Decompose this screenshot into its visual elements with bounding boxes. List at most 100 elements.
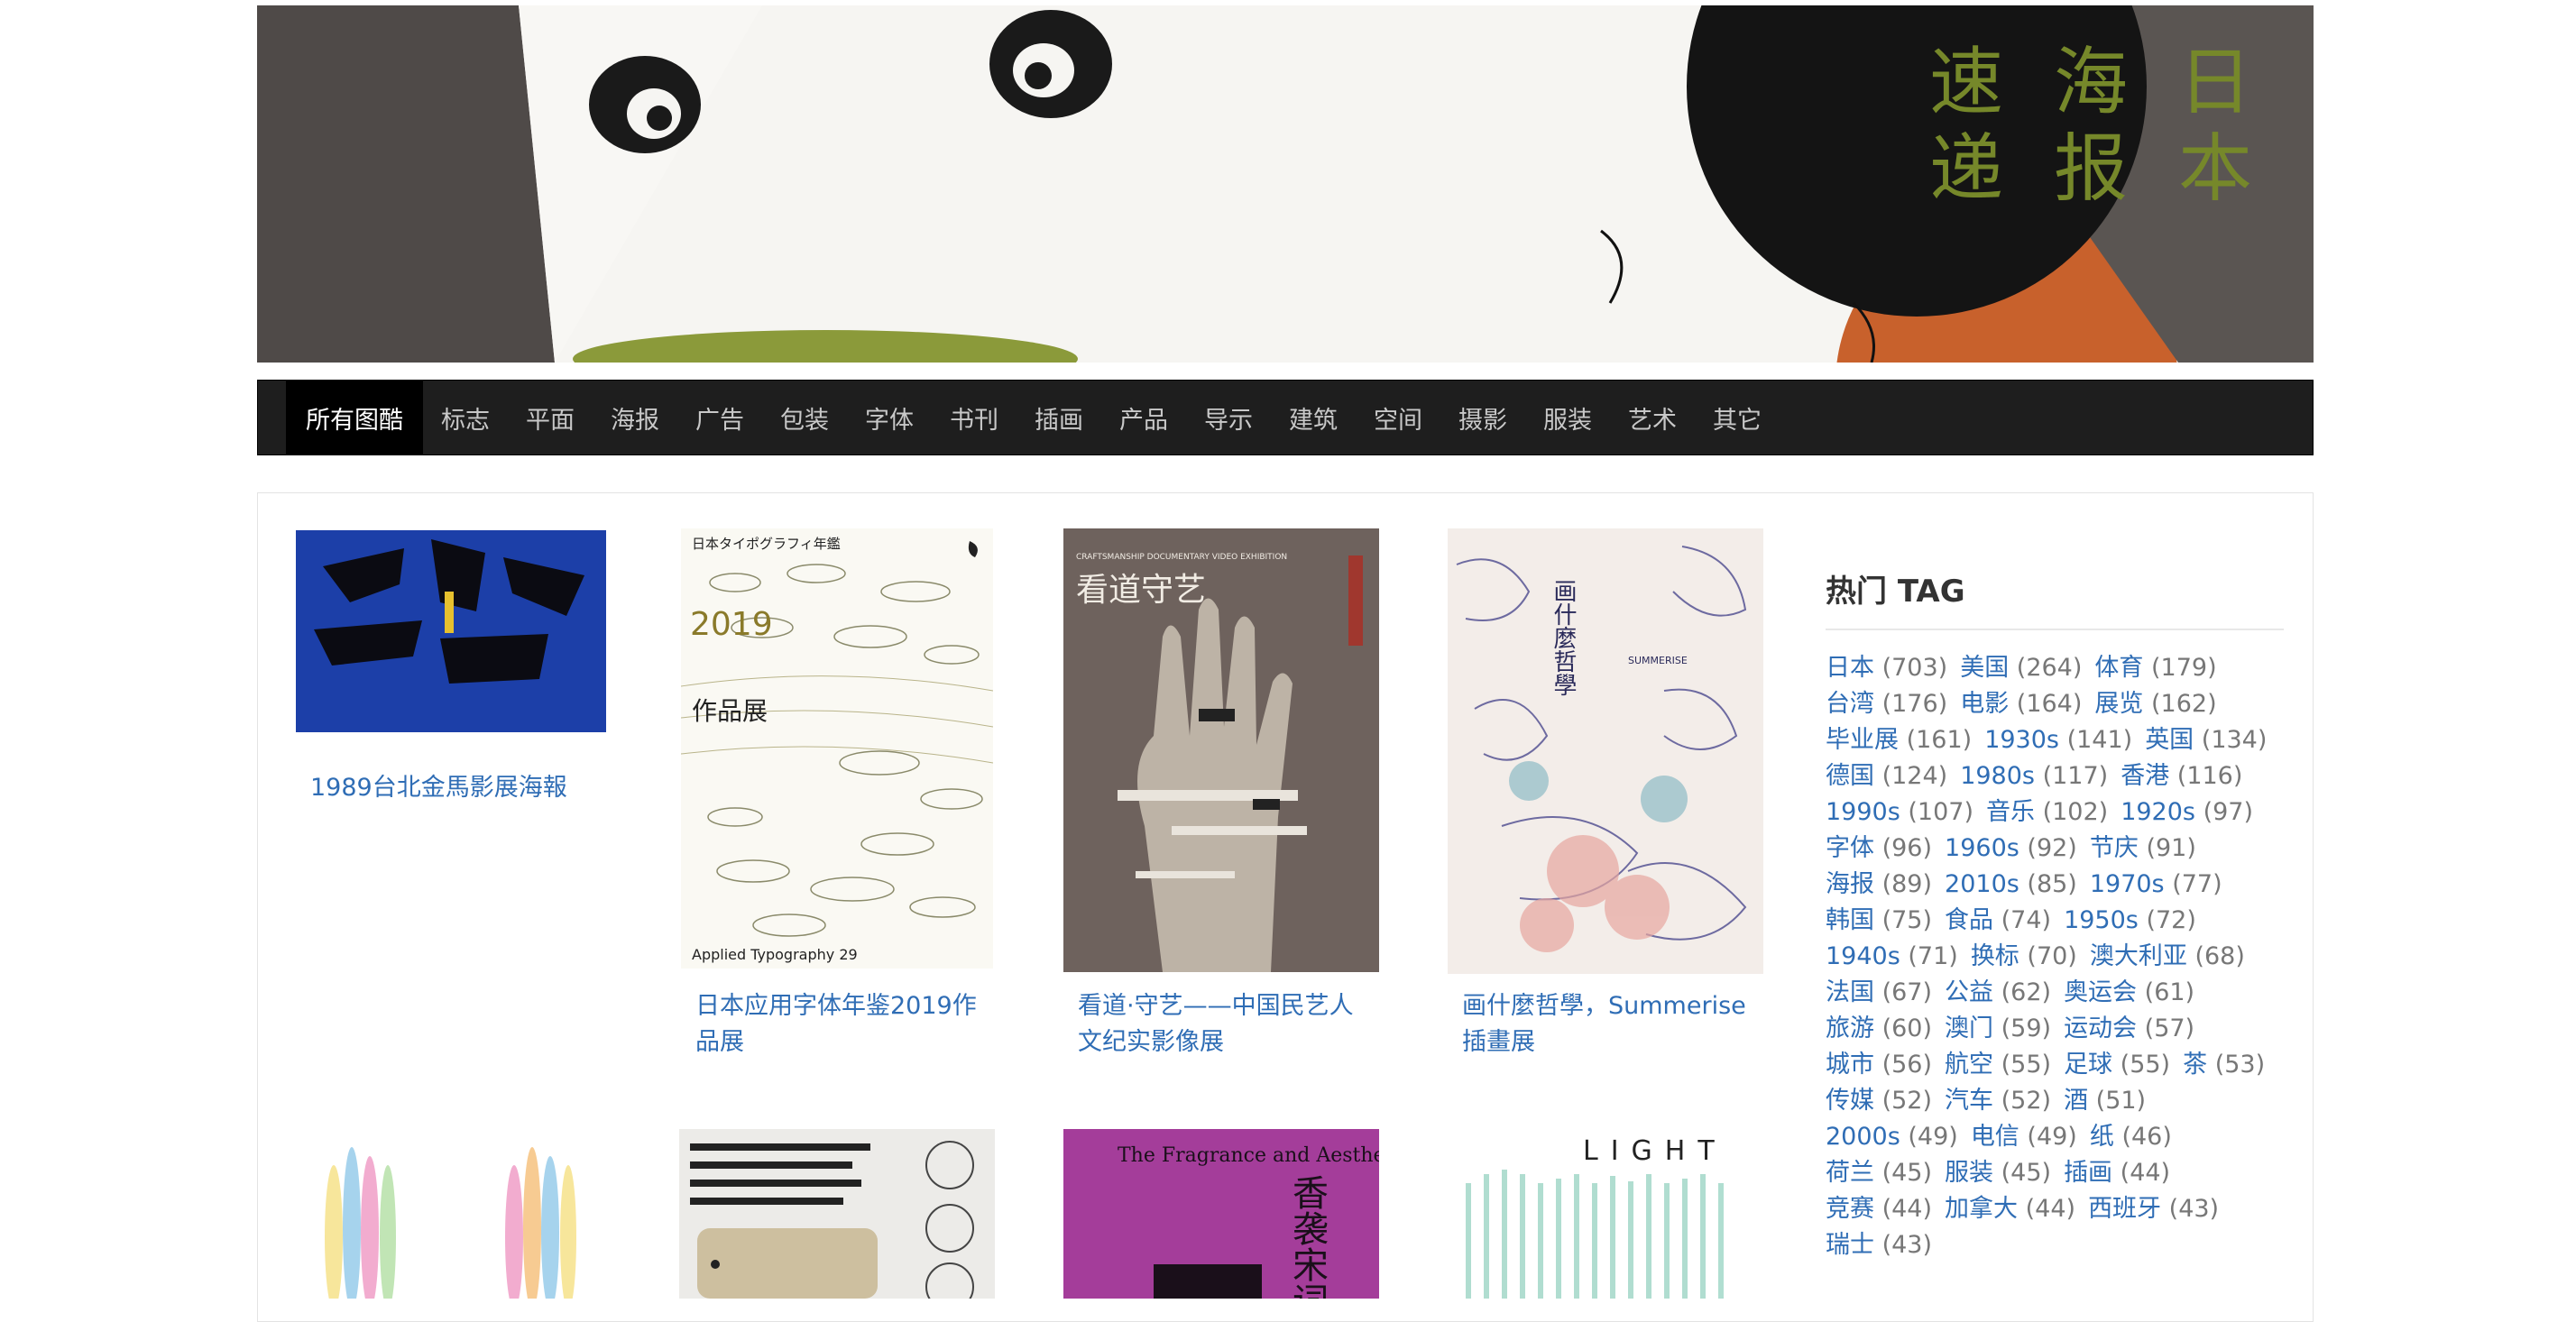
nav-item[interactable]: 字体 xyxy=(847,381,932,454)
tag-link[interactable]: 香港 xyxy=(2121,762,2169,790)
tag-link[interactable]: 插画 xyxy=(2064,1159,2112,1187)
tag-link[interactable]: 展览 xyxy=(2094,690,2143,718)
tag-item[interactable]: 美国 (264) xyxy=(1960,654,2082,682)
tag-item[interactable]: 加拿大 (44) xyxy=(1945,1195,2075,1223)
tag-link[interactable]: 韩国 xyxy=(1826,906,1874,934)
tag-link[interactable]: 日本 xyxy=(1826,654,1874,682)
tag-item[interactable]: 日本 (703) xyxy=(1826,654,1947,682)
tag-item[interactable]: 香港 (116) xyxy=(2121,762,2242,790)
tag-item[interactable]: 1980s (117) xyxy=(1960,762,2108,790)
tag-link[interactable]: 音乐 xyxy=(1986,798,2035,826)
tag-item[interactable]: 1930s (141) xyxy=(1984,726,2132,754)
nav-item[interactable]: 摄影 xyxy=(1440,381,1525,454)
nav-item[interactable]: 其它 xyxy=(1695,381,1780,454)
tag-link[interactable]: 纸 xyxy=(2090,1123,2114,1151)
tag-item[interactable]: 纸 (46) xyxy=(2090,1123,2172,1151)
tag-link[interactable]: 西班牙 xyxy=(2088,1195,2161,1223)
tag-link[interactable]: 英国 xyxy=(2145,726,2194,754)
tag-link[interactable]: 1960s xyxy=(1945,834,2019,862)
tag-item[interactable]: 公益 (62) xyxy=(1945,978,2051,1006)
tag-link[interactable]: 荷兰 xyxy=(1826,1159,1874,1187)
tag-item[interactable]: 德国 (124) xyxy=(1826,762,1947,790)
tag-link[interactable]: 电信 xyxy=(1971,1123,2019,1151)
tag-link[interactable]: 节庆 xyxy=(2090,834,2139,862)
tag-link[interactable]: 运动会 xyxy=(2064,1014,2137,1042)
tag-link[interactable]: 奥运会 xyxy=(2064,978,2137,1006)
nav-item[interactable]: 广告 xyxy=(677,381,762,454)
tag-link[interactable]: 2000s xyxy=(1826,1123,1900,1151)
tag-item[interactable]: 酒 (51) xyxy=(2064,1087,2146,1115)
post-thumbnail[interactable]: 日本タイポグラフィ年鑑 2019 作品展 Applied Typography … xyxy=(681,528,993,969)
tag-item[interactable]: 运动会 (57) xyxy=(2064,1014,2194,1042)
tag-link[interactable]: 1920s xyxy=(2121,798,2195,826)
tag-item[interactable]: 足球 (55) xyxy=(2064,1051,2170,1079)
tag-item[interactable]: 毕业展 (161) xyxy=(1826,726,1972,754)
post-title[interactable]: 画什麼哲學，Summerise插畫展 xyxy=(1462,988,1769,1060)
tag-item[interactable]: 音乐 (102) xyxy=(1986,798,2108,826)
tag-item[interactable]: 汽车 (52) xyxy=(1945,1087,2051,1115)
tag-link[interactable]: 服装 xyxy=(1945,1159,1993,1187)
tag-link[interactable]: 德国 xyxy=(1826,762,1874,790)
tag-item[interactable]: 奥运会 (61) xyxy=(2064,978,2194,1006)
post-thumbnail[interactable]: The Fragrance and Aesthetic Appreciation… xyxy=(1063,1129,1379,1299)
tag-link[interactable]: 澳大利亚 xyxy=(2090,942,2187,970)
tag-link[interactable]: 加拿大 xyxy=(1945,1195,2018,1223)
tag-item[interactable]: 旅游 (60) xyxy=(1826,1014,1932,1042)
tag-link[interactable]: 澳门 xyxy=(1945,1014,1993,1042)
tag-item[interactable]: 1940s (71) xyxy=(1826,942,1958,970)
tag-item[interactable]: 竞赛 (44) xyxy=(1826,1195,1932,1223)
tag-item[interactable]: 食品 (74) xyxy=(1945,906,2051,934)
tag-item[interactable]: 字体 (96) xyxy=(1826,834,1932,862)
post-thumbnail[interactable]: 看道守艺 CRAFTSMANSHIP DOCUMENTARY VIDEO EXH… xyxy=(1063,528,1379,972)
tag-link[interactable]: 2010s xyxy=(1945,870,2019,898)
tag-item[interactable]: 荷兰 (45) xyxy=(1826,1159,1932,1187)
tag-link[interactable]: 1980s xyxy=(1960,762,2035,790)
nav-item[interactable]: 服装 xyxy=(1525,381,1610,454)
tag-item[interactable]: 传媒 (52) xyxy=(1826,1087,1932,1115)
nav-item[interactable]: 海报 xyxy=(593,381,677,454)
nav-item[interactable]: 艺术 xyxy=(1610,381,1695,454)
tag-item[interactable]: 韩国 (75) xyxy=(1826,906,1932,934)
tag-link[interactable]: 1950s xyxy=(2064,906,2139,934)
tag-item[interactable]: 澳门 (59) xyxy=(1945,1014,2051,1042)
tag-link[interactable]: 台湾 xyxy=(1826,690,1874,718)
tag-item[interactable]: 台湾 (176) xyxy=(1826,690,1947,718)
tag-item[interactable]: 城市 (56) xyxy=(1826,1051,1932,1079)
nav-item[interactable]: 标志 xyxy=(423,381,508,454)
tag-link[interactable]: 1940s xyxy=(1826,942,1900,970)
tag-link[interactable]: 1930s xyxy=(1984,726,2059,754)
tag-link[interactable]: 换标 xyxy=(1971,942,2019,970)
tag-link[interactable]: 美国 xyxy=(1960,654,2009,682)
tag-link[interactable]: 竞赛 xyxy=(1826,1195,1874,1223)
tag-link[interactable]: 电影 xyxy=(1960,690,2009,718)
tag-item[interactable]: 展览 (162) xyxy=(2094,690,2216,718)
nav-item[interactable]: 建筑 xyxy=(1271,381,1356,454)
tag-link[interactable]: 毕业展 xyxy=(1826,726,1899,754)
tag-link[interactable]: 海报 xyxy=(1826,870,1874,898)
tag-item[interactable]: 2010s (85) xyxy=(1945,870,2077,898)
tag-item[interactable]: 1990s (107) xyxy=(1826,798,1973,826)
tag-link[interactable]: 城市 xyxy=(1826,1051,1874,1079)
post-thumbnail[interactable] xyxy=(679,1129,995,1299)
tag-link[interactable]: 公益 xyxy=(1945,978,1993,1006)
tag-item[interactable]: 茶 (53) xyxy=(2183,1051,2265,1079)
tag-item[interactable]: 服装 (45) xyxy=(1945,1159,2051,1187)
header-banner[interactable]: 日 本 海 报 速 递 xyxy=(257,5,2314,363)
tag-item[interactable]: 1970s (77) xyxy=(2090,870,2222,898)
tag-item[interactable]: 瑞士 (43) xyxy=(1826,1231,1932,1259)
tag-link[interactable]: 食品 xyxy=(1945,906,1993,934)
tag-item[interactable]: 1960s (92) xyxy=(1945,834,2077,862)
nav-item[interactable]: 插画 xyxy=(1017,381,1101,454)
tag-link[interactable]: 旅游 xyxy=(1826,1014,1874,1042)
post-thumbnail[interactable] xyxy=(296,530,606,739)
tag-item[interactable]: 西班牙 (43) xyxy=(2088,1195,2219,1223)
nav-item[interactable]: 书刊 xyxy=(932,381,1017,454)
tag-link[interactable]: 字体 xyxy=(1826,834,1874,862)
tag-link[interactable]: 1970s xyxy=(2090,870,2165,898)
tag-item[interactable]: 1950s (72) xyxy=(2064,906,2196,934)
tag-link[interactable]: 1990s xyxy=(1826,798,1900,826)
nav-item[interactable]: 导示 xyxy=(1186,381,1271,454)
post-title[interactable]: 1989台北金馬影展海報 xyxy=(310,770,590,806)
nav-item[interactable]: 产品 xyxy=(1101,381,1186,454)
post-thumbnail[interactable]: LIGHT xyxy=(1448,1129,1763,1299)
